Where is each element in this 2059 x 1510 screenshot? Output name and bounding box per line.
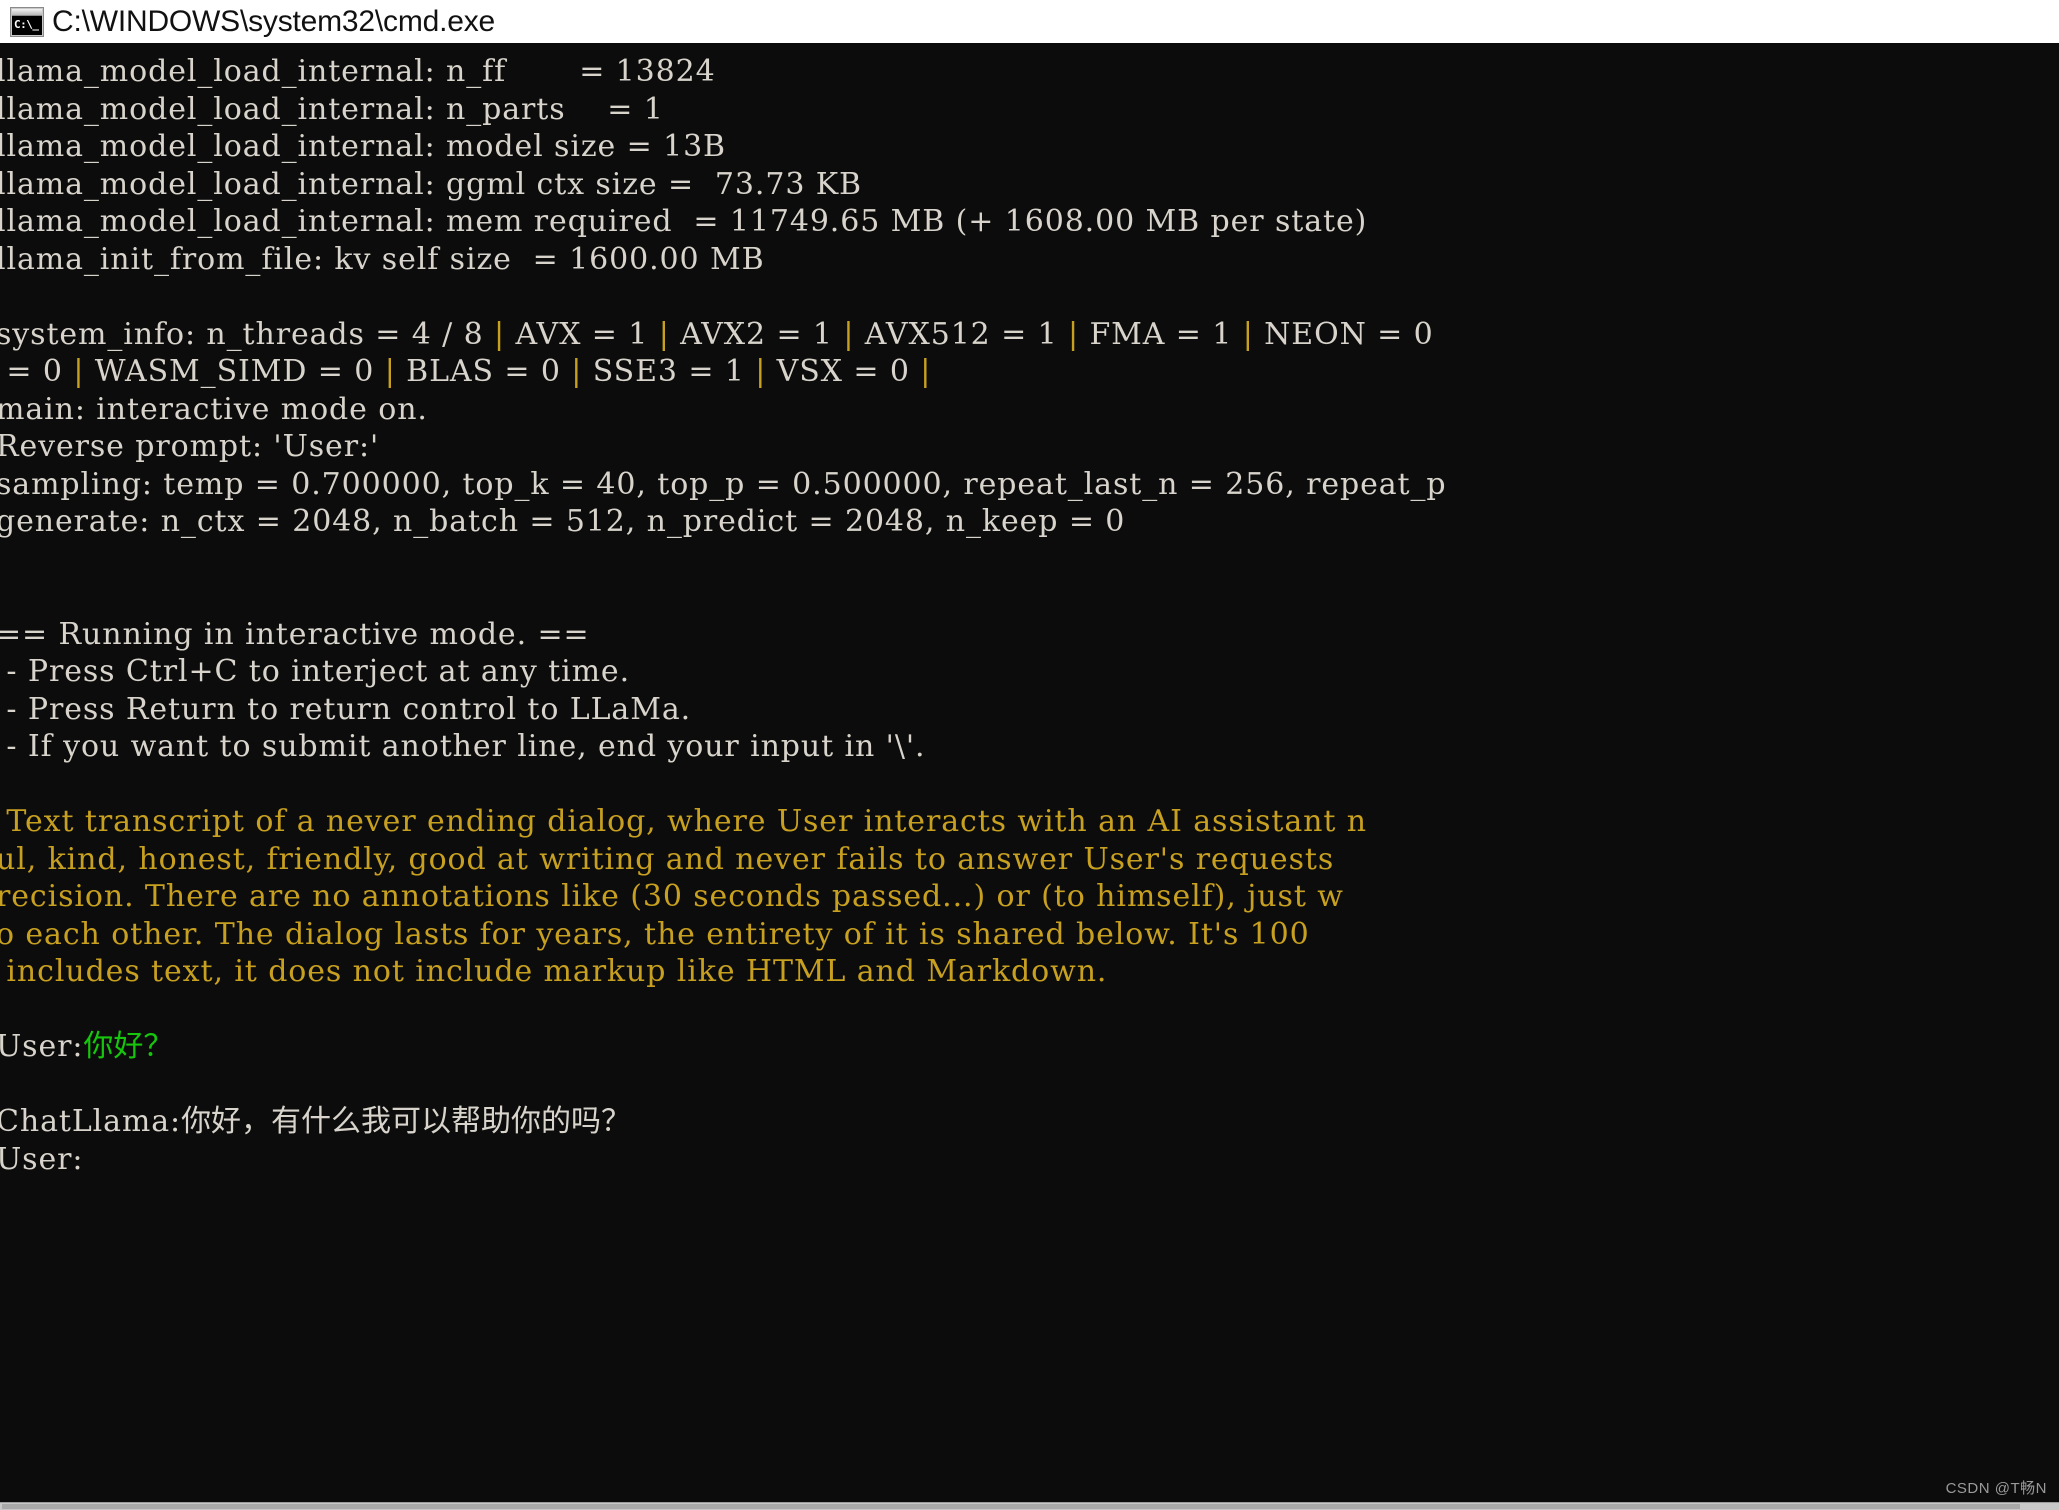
console-text-segment: - Press Ctrl+C to interject at any time.	[0, 654, 631, 689]
console-line-mem_req: llama_model_load_internal: mem required …	[0, 203, 2059, 241]
console-text-segment: |	[494, 316, 506, 352]
console-line-system_info: system_info: n_threads = 4 / 8 | AVX = 1…	[0, 316, 2059, 354]
console-text-segment: |	[843, 316, 855, 352]
console-line-blank2	[0, 541, 2059, 579]
console-line-user_turn1: User:你好？	[0, 1028, 2059, 1066]
console-text-segment: ul, kind, honest, friendly, good at writ…	[0, 841, 1335, 877]
cmd-icon-titlestrip	[12, 8, 42, 16]
console-line-sampling: sampling: temp = 0.700000, top_k = 40, t…	[0, 466, 2059, 504]
console-text-segment: WASM_SIMD = 0	[84, 354, 385, 389]
console-text-segment: VSX = 0	[766, 354, 921, 389]
console-line-prompt1: Text transcript of a never ending dialog…	[0, 803, 2059, 841]
console-text-segment: |	[658, 316, 670, 352]
console-line-assistant1: ChatLlama:你好，有什么我可以帮助你的吗？	[0, 1103, 2059, 1141]
console-text-segment: |	[571, 354, 583, 389]
console-line-user_turn2: User:	[0, 1141, 2059, 1179]
console-text-segment: AVX2 = 1	[669, 316, 844, 352]
console-line-blank3	[0, 578, 2059, 616]
console-text-segment: Text transcript of a never ending dialog…	[0, 804, 1368, 839]
horizontal-scrollbar[interactable]	[0, 1502, 2059, 1510]
console-line-system_info_wrap: = 0 | WASM_SIMD = 0 | BLAS = 0 | SSE3 = …	[0, 353, 2059, 391]
console-line-prompt4: o each other. The dialog lasts for years…	[0, 916, 2059, 954]
csdn-watermark: CSDN @T畅N	[1945, 1480, 2047, 1497]
console-line-hint_ctrlc: - Press Ctrl+C to interject at any time.	[0, 653, 2059, 691]
console-text-segment: - If you want to submit another line, en…	[0, 729, 926, 764]
console-text-segment: Reverse prompt: 'User:'	[0, 429, 380, 464]
console-text-segment: llama_model_load_internal: mem required …	[0, 204, 1368, 239]
console-line-hint_submit: - If you want to submit another line, en…	[0, 728, 2059, 766]
console-text-segment: |	[384, 354, 396, 389]
console-text-segment: system_info: n_threads = 4 / 8	[0, 316, 494, 352]
console-text-segment: BLAS = 0	[395, 354, 572, 389]
console-text-segment: AVX512 = 1	[854, 316, 1068, 352]
console-text-segment: llama_model_load_internal: n_parts = 1	[0, 91, 664, 127]
console-line-prompt2: ul, kind, honest, friendly, good at writ…	[0, 841, 2059, 879]
console-text-segment: llama_model_load_internal: n_ff = 13824	[0, 54, 716, 89]
console-line-prompt5: includes text, it does not include marku…	[0, 953, 2059, 991]
window-titlebar[interactable]: C:\_ C:\WINDOWS\system32\cmd.exe	[0, 0, 2059, 43]
window-title: C:\WINDOWS\system32\cmd.exe	[52, 4, 496, 38]
console-text-segment: 你好，有什么我可以帮助你的吗？	[181, 1104, 632, 1139]
console-text-segment: |	[73, 354, 85, 389]
console-text-segment: AVX = 1	[505, 316, 659, 352]
console-text-segment: includes text, it does not include marku…	[0, 954, 1108, 989]
console-line-kv_self: llama_init_from_file: kv self size = 160…	[0, 241, 2059, 279]
console-line-n_ff: llama_model_load_internal: n_ff = 13824	[0, 53, 2059, 91]
console-text-segment: llama_init_from_file: kv self size = 160…	[0, 241, 765, 277]
console-line-model_size: llama_model_load_internal: model size = …	[0, 128, 2059, 166]
console-text-segment: User:	[0, 1141, 84, 1177]
console-text-segment: User:	[0, 1029, 84, 1064]
console-line-n_parts: llama_model_load_internal: n_parts = 1	[0, 91, 2059, 129]
console-text-segment: == Running in interactive mode. ==	[0, 616, 590, 652]
horizontal-scrollbar-thumb[interactable]	[2, 1504, 2020, 1509]
console-text-segment	[0, 579, 6, 614]
cmd-console-icon: C:\_	[10, 6, 44, 37]
console-text-segment	[0, 279, 6, 314]
console-text-segment: ChatLlama:	[0, 1104, 182, 1139]
console-text-segment: sampling: temp = 0.700000, top_k = 40, t…	[0, 466, 1447, 502]
console-text-segment: llama_model_load_internal: model size = …	[0, 129, 727, 164]
console-line-main_mode: main: interactive mode on.	[0, 391, 2059, 429]
console-line-ggml_ctx: llama_model_load_internal: ggml ctx size…	[0, 166, 2059, 204]
cmd-window: C:\_ C:\WINDOWS\system32\cmd.exe llama_m…	[0, 0, 2059, 1510]
console-line-hint_return: - Press Return to return control to LLaM…	[0, 691, 2059, 729]
console-text-segment: FMA = 1	[1079, 316, 1243, 352]
console-text-segment: = 0	[0, 354, 74, 389]
console-text-buffer: llama_model_load_internal: n_ff = 13824 l…	[0, 43, 2059, 1178]
console-text-segment: 你好？	[83, 1029, 174, 1064]
console-text-segment	[0, 992, 6, 1027]
console-text-segment: |	[920, 354, 932, 389]
console-line-generate: generate: n_ctx = 2048, n_batch = 512, n…	[0, 503, 2059, 541]
console-text-segment: |	[1242, 316, 1254, 352]
console-text-segment: o each other. The dialog lasts for years…	[0, 916, 1310, 952]
console-text-segment	[0, 1067, 6, 1102]
console-output-area[interactable]: llama_model_load_internal: n_ff = 13824 l…	[0, 43, 2059, 1510]
console-text-segment: |	[755, 354, 767, 389]
cmd-icon-prompt-glyph: C:\_	[12, 15, 42, 35]
console-text-segment: llama_model_load_internal: ggml ctx size…	[0, 166, 862, 202]
console-line-blank4	[0, 766, 2059, 804]
console-line-blank6	[0, 1066, 2059, 1104]
console-line-blank1	[0, 278, 2059, 316]
console-line-blank5	[0, 991, 2059, 1029]
console-text-segment	[0, 542, 6, 577]
console-line-prompt3: recision. There are no annotations like …	[0, 878, 2059, 916]
console-text-segment: - Press Return to return control to LLaM…	[0, 691, 692, 727]
console-text-segment	[0, 767, 6, 802]
console-line-rev_prompt: Reverse prompt: 'User:'	[0, 428, 2059, 466]
console-text-segment: NEON = 0	[1253, 316, 1445, 352]
console-text-segment: recision. There are no annotations like …	[0, 879, 1344, 914]
console-line-running: == Running in interactive mode. ==	[0, 616, 2059, 654]
console-text-segment: SSE3 = 1	[582, 354, 756, 389]
console-text-segment: |	[1068, 316, 1080, 352]
console-text-segment: generate: n_ctx = 2048, n_batch = 512, n…	[0, 504, 1126, 539]
console-text-segment: main: interactive mode on.	[0, 391, 428, 427]
